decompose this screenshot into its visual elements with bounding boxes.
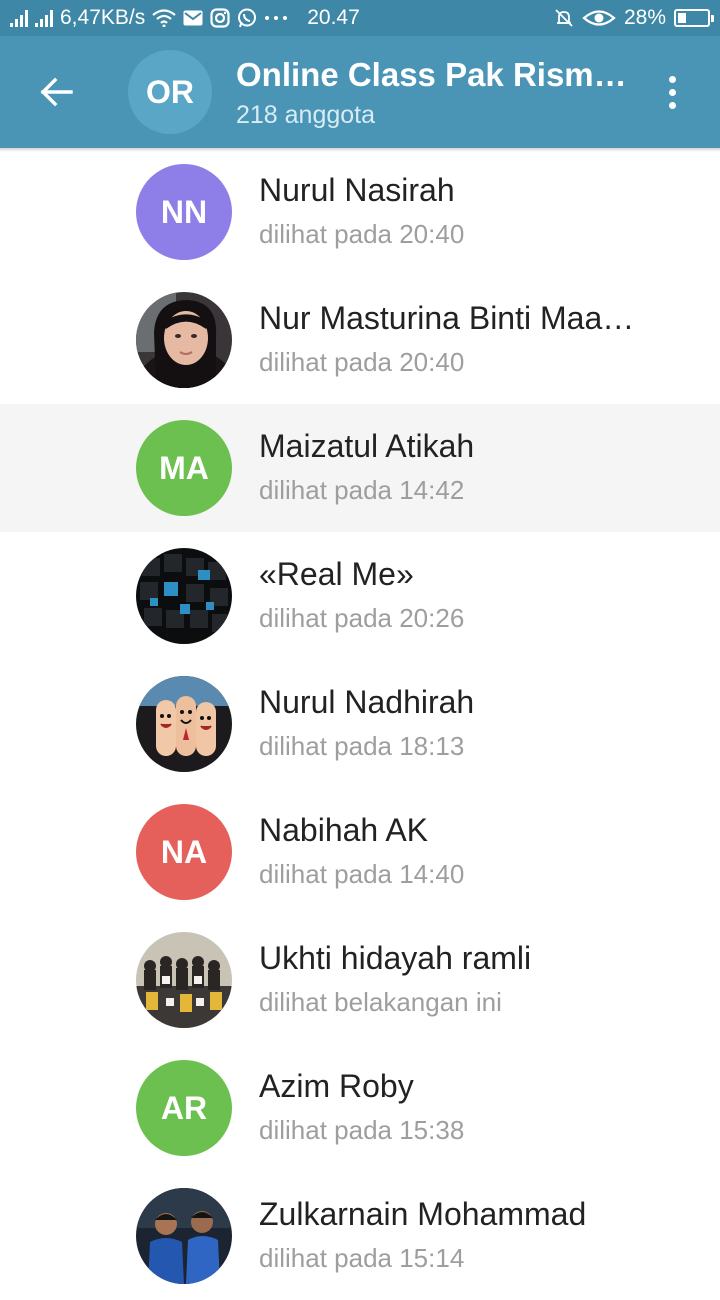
gmail-icon [183, 10, 203, 26]
member-row-ukhti-hidayah-ramli[interactable]: Ukhti hidayah ramli dilihat belakangan i… [0, 916, 720, 1044]
member-name: Nurul Nadhirah [259, 684, 475, 720]
chat-header: OR Online Class Pak Rism… 218 anggota [0, 36, 720, 148]
last-seen: dilihat pada 20:26 [259, 603, 465, 633]
avatar: AR [136, 1060, 232, 1156]
battery-percent: 28% [623, 6, 666, 29]
avatar-photo [136, 932, 232, 1028]
member-row-nur-masturina[interactable]: Nur Masturina Binti Maa… dilihat pada 20… [0, 276, 720, 404]
avatar-photo [136, 676, 232, 772]
member-name: Zulkarnain Mohammad [259, 1196, 587, 1232]
member-row-azim-roby[interactable]: AR Azim Roby dilihat pada 15:38 [0, 1044, 720, 1172]
back-button[interactable] [32, 72, 80, 112]
avatar-initials: NN [160, 193, 208, 230]
avatar: NN [136, 164, 232, 260]
instagram-icon [210, 8, 230, 28]
last-seen: dilihat pada 20:40 [259, 347, 465, 377]
member-name: Azim Roby [259, 1068, 414, 1104]
battery-fill [678, 13, 686, 23]
member-name: Maizatul Atikah [259, 428, 475, 464]
whatsapp-icon [237, 8, 257, 28]
arrow-left-icon [40, 77, 73, 107]
signal-icon [10, 9, 28, 27]
member-row-zulkarnain-mohammad[interactable]: Zulkarnain Mohammad dilihat pada 15:14 [0, 1172, 720, 1300]
member-name: Nabihah AK [259, 812, 429, 848]
member-list: NN Nurul Nasirah dilihat pada 20:40 Nur … [0, 148, 720, 1300]
member-row-real-me[interactable]: «Real Me» dilihat pada 20:26 [0, 532, 720, 660]
avatar: NA [136, 804, 232, 900]
last-seen: dilihat belakangan ini [259, 987, 502, 1017]
member-name: Nurul Nasirah [259, 172, 455, 208]
clock: 20.47 [307, 6, 360, 29]
status-bar: 6,47KB/s 20.47 28% [0, 0, 720, 36]
last-seen: dilihat pada 15:14 [259, 1243, 465, 1273]
avatar-initials: AR [160, 1089, 208, 1126]
more-dots-icon [264, 15, 288, 21]
group-title[interactable]: Online Class Pak Rism… [236, 56, 631, 94]
avatar-initials: NA [160, 833, 208, 870]
eye-icon [582, 9, 616, 27]
last-seen: dilihat pada 15:38 [259, 1115, 465, 1145]
network-speed: 6,47KB/s [60, 6, 146, 29]
member-count: 218 anggota [236, 101, 376, 129]
member-name: Ukhti hidayah ramli [259, 940, 532, 976]
wifi-icon [152, 9, 176, 27]
member-row-nurul-nadhirah[interactable]: Nurul Nadhirah dilihat pada 18:13 [0, 660, 720, 788]
avatar-photo [136, 548, 232, 644]
battery-icon [674, 9, 714, 27]
more-options-button[interactable] [652, 72, 692, 112]
signal-icon [35, 9, 53, 27]
member-name: Nur Masturina Binti Maa… [259, 300, 635, 336]
member-name: «Real Me» [259, 556, 414, 592]
last-seen: dilihat pada 14:42 [259, 475, 465, 505]
member-row-nabihah-ak[interactable]: NA Nabihah AK dilihat pada 14:40 [0, 788, 720, 916]
avatar-photo [136, 292, 232, 388]
member-row-maizatul-atikah[interactable]: MA Maizatul Atikah dilihat pada 14:42 [0, 404, 720, 532]
more-vert-icon [668, 75, 676, 109]
last-seen: dilihat pada 20:40 [259, 219, 465, 249]
avatar-initials: MA [159, 449, 209, 486]
avatar: MA [136, 420, 232, 516]
member-row-nurul-nasirah[interactable]: NN Nurul Nasirah dilihat pada 20:40 [0, 148, 720, 276]
avatar-photo [136, 1188, 232, 1284]
mute-bell-icon [554, 8, 574, 28]
last-seen: dilihat pada 14:40 [259, 859, 465, 889]
group-avatar[interactable]: OR [128, 50, 212, 134]
last-seen: dilihat pada 18:13 [259, 731, 465, 761]
